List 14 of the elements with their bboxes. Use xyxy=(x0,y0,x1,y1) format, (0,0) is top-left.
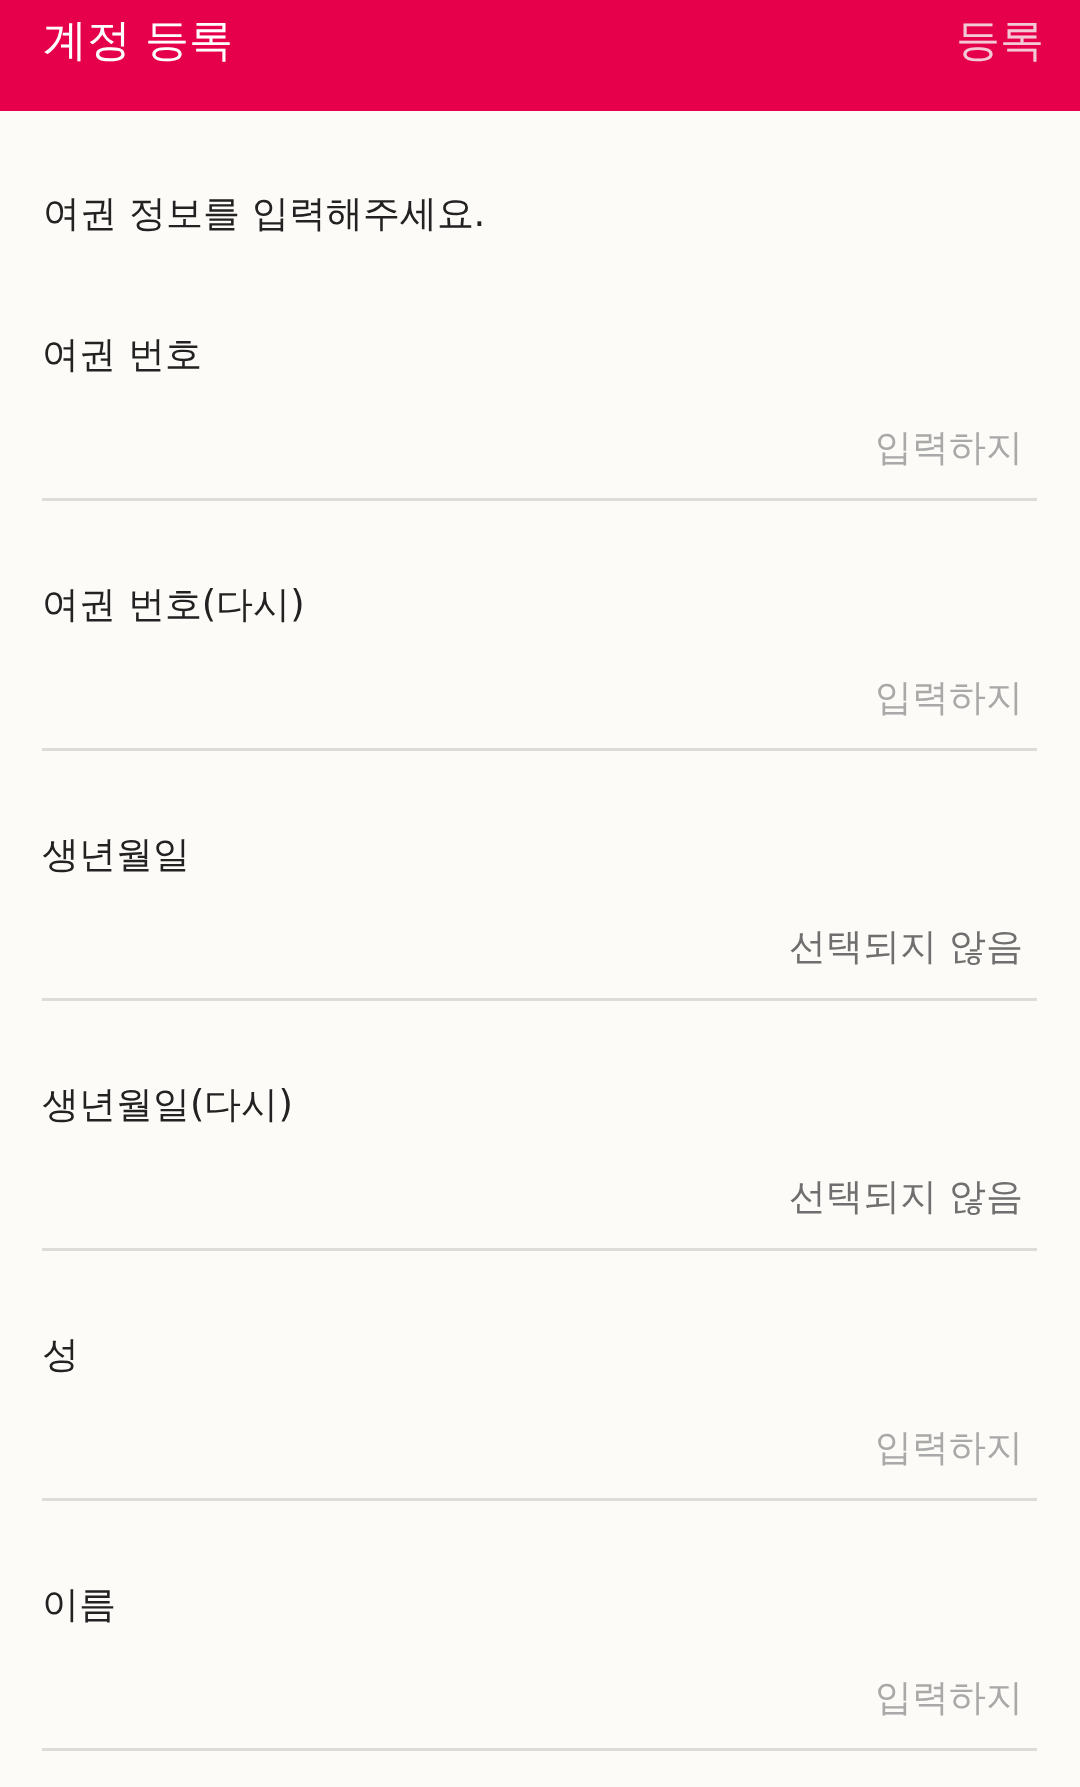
text-input-field[interactable]: 입력하지 xyxy=(42,1423,1037,1501)
date-picker[interactable]: 선택되지 않음 xyxy=(42,923,1037,1001)
field-label: 성 xyxy=(42,1332,79,1378)
screen-title: 계정 등록 xyxy=(43,14,233,66)
field-label: 생년월일 xyxy=(42,832,190,878)
field-label: 여권 번호(다시) xyxy=(42,582,305,628)
text-input-field[interactable]: 입력하지 xyxy=(42,673,1037,751)
text-input-field[interactable]: 입력하지 xyxy=(42,1673,1037,1751)
instruction-text: 여권 정보를 입력해주세요. xyxy=(43,191,486,237)
field-label: 이름 xyxy=(42,1582,116,1628)
field-label: 여권 번호 xyxy=(42,332,202,378)
text-input-field[interactable]: 입력하지 xyxy=(42,423,1037,501)
date-picker[interactable]: 선택되지 않음 xyxy=(42,1173,1037,1251)
field-label: 생년월일(다시) xyxy=(42,1082,293,1128)
